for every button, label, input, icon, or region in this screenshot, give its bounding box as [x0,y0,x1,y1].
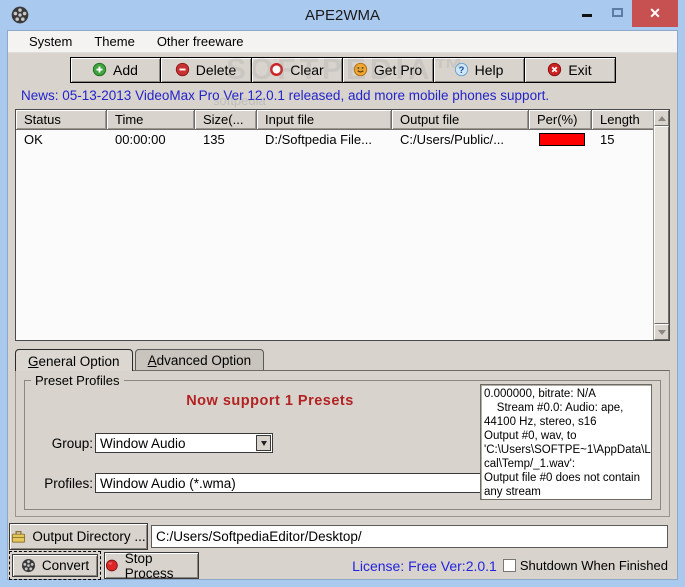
shutdown-label: Shutdown When Finished [520,558,668,573]
exit-label: Exit [568,62,591,78]
convert-focus-ring: Convert [9,551,101,580]
column-header-size[interactable]: Size(... [195,110,257,129]
delete-icon [175,62,190,77]
close-button[interactable]: ✕ [632,0,678,27]
clear-button[interactable]: Clear [252,57,343,83]
clear-label: Clear [290,62,323,78]
tab-general-option[interactable]: General Option [15,349,133,371]
profiles-label: Profiles: [27,476,95,491]
help-icon: ? [454,62,469,77]
column-header-output-file[interactable]: Output file [392,110,529,129]
cell-size: 135 [195,132,257,147]
table-scrollbar[interactable] [653,110,669,340]
shutdown-checkbox[interactable] [503,559,516,572]
minimize-button[interactable] [572,0,602,24]
column-header-percent[interactable]: Per(%) [529,110,592,129]
menu-theme[interactable]: Theme [83,32,145,51]
clear-icon [269,62,284,77]
groupbox-legend: Preset Profiles [31,373,124,388]
cell-time: 00:00:00 [107,132,195,147]
profiles-dropdown[interactable]: Window Audio (*.wma) [95,473,513,493]
general-option-panel: Preset Profiles Now support 1 Presets Gr… [15,370,670,517]
convert-button[interactable]: Convert [12,554,98,577]
help-label: Help [475,62,504,78]
column-header-input-file[interactable]: Input file [257,110,392,129]
cell-percent [529,133,592,146]
options-tabs: General Option Advanced Option [15,347,677,370]
exit-button[interactable]: Exit [525,57,616,83]
add-icon [92,62,107,77]
delete-button[interactable]: Delete [161,57,252,83]
column-header-status[interactable]: Status [16,110,107,129]
preset-profiles-groupbox: Preset Profiles Now support 1 Presets Gr… [24,380,661,510]
column-header-time[interactable]: Time [107,110,195,129]
stop-process-label: Stop Process [125,551,198,581]
get-pro-label: Get Pro [374,62,422,78]
get-pro-button[interactable]: Get Pro [343,57,434,83]
add-button[interactable]: Add [70,57,161,83]
progress-bar [539,133,585,146]
file-list-table: Status Time Size(... Input file Output f… [15,109,670,341]
exit-icon [547,62,562,77]
presets-notice: Now support 1 Presets [85,393,455,409]
chevron-down-icon[interactable] [256,435,271,451]
titlebar: APE2WMA ✕ [7,0,678,30]
scrollbar-thumb[interactable] [654,126,669,324]
help-button[interactable]: ? Help [434,57,525,83]
cell-input-file: D:/Softpedia File... [257,132,392,147]
scroll-up-button[interactable] [654,110,669,126]
stop-process-button[interactable]: Stop Process [104,552,199,579]
menu-other-freeware[interactable]: Other freeware [146,32,255,51]
output-directory-label: Output Directory ... [32,529,145,544]
smiley-icon [353,62,368,77]
cell-output-file: C:/Users/Public/... [392,132,529,147]
group-dropdown[interactable]: Window Audio [95,433,273,453]
app-window: APE2WMA ✕ SOFTPEDIA™ softpedia System Th… [0,0,685,587]
table-header-row: Status Time Size(... Input file Output f… [16,110,657,130]
delete-label: Delete [196,62,236,78]
arrow-down-icon [658,330,666,335]
film-reel-icon [21,558,36,573]
output-directory-row: Output Directory ... [8,517,677,549]
scroll-down-button[interactable] [654,324,669,340]
group-dropdown-value: Window Audio [100,436,186,451]
maximize-button[interactable] [602,0,632,24]
client-area: SOFTPEDIA™ softpedia System Theme Other … [7,30,678,580]
toolbar: Add Delete Clear Get Pro ? Help Exit [8,53,677,86]
column-header-length[interactable]: Length [592,110,657,129]
table-row[interactable]: OK 00:00:00 135 D:/Softpedia File... C:/… [16,130,657,149]
profiles-dropdown-value: Window Audio (*.wma) [100,476,236,491]
convert-label: Convert [42,558,89,573]
action-row: Convert Stop Process License: Free Ver:2… [8,549,677,579]
license-text: License: Free Ver:2.0.1 [352,558,497,574]
stop-icon [105,558,119,573]
progress-bar-fill [540,134,584,145]
svg-text:?: ? [458,65,464,75]
output-directory-button[interactable]: Output Directory ... [9,523,148,550]
briefcase-icon [11,529,26,544]
output-path-input[interactable] [151,525,668,548]
conversion-log: 0.000000, bitrate: N/A Stream #0.0: Audi… [480,384,652,500]
cell-length: 15 [592,132,657,147]
menu-bar: System Theme Other freeware [8,31,677,53]
menu-system[interactable]: System [18,32,83,51]
tab-advanced-option[interactable]: Advanced Option [135,349,265,370]
group-label: Group: [39,436,95,451]
cell-status: OK [16,132,107,147]
news-ticker: News: 05-13-2013 VideoMax Pro Ver 12.0.1… [8,86,677,107]
add-label: Add [113,62,138,78]
arrow-up-icon [658,116,666,121]
